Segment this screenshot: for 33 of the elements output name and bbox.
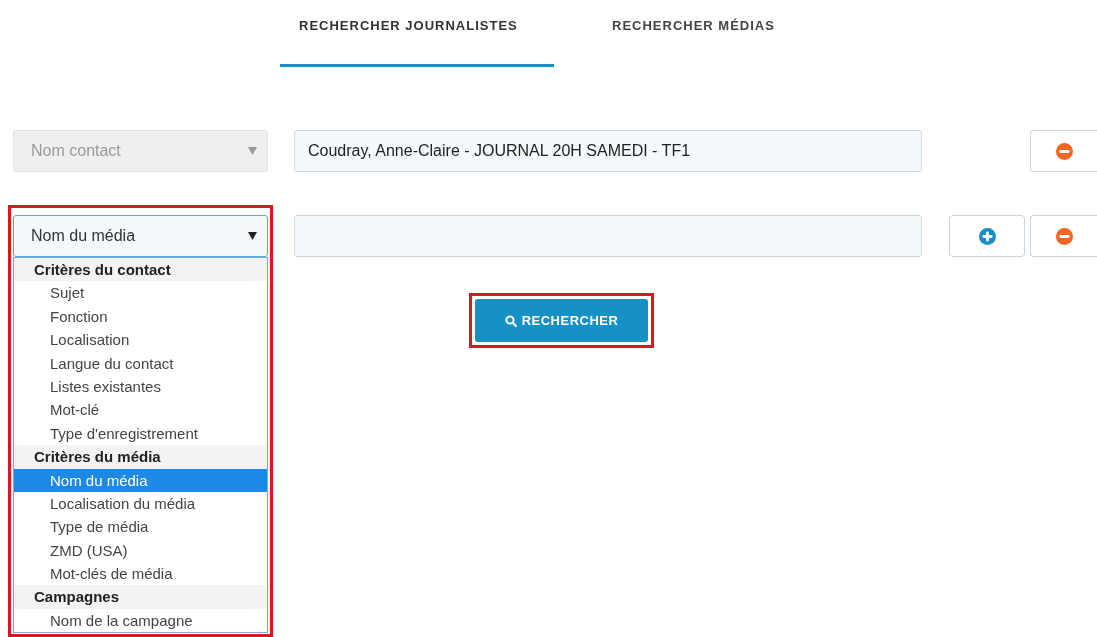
text-field[interactable]: Coudray, Anne-Claire - JOURNAL 20H SAMEDI - TF1 bbox=[294, 130, 922, 172]
remove-button[interactable] bbox=[1030, 215, 1097, 257]
dropdown-option[interactable]: Mot-clé bbox=[14, 398, 267, 422]
select-value: Nom contact bbox=[31, 141, 121, 161]
dropdown-option[interactable]: Fonction bbox=[14, 304, 267, 329]
group-header: Critères du média bbox=[14, 445, 267, 469]
tab[interactable]: RECHERCHER JOURNALISTES bbox=[280, 0, 554, 67]
select-value: Nom du média bbox=[31, 226, 136, 246]
dropdown-option[interactable]: Localisation bbox=[14, 328, 267, 352]
dropdown-option[interactable]: Type de média bbox=[14, 515, 267, 539]
search-button[interactable]: RECHERCHER bbox=[475, 299, 648, 342]
group-header: Critères du contact bbox=[14, 258, 267, 282]
dropdown-option[interactable]: Nom de la campagne bbox=[14, 608, 267, 633]
minus-circle-icon bbox=[1055, 227, 1073, 245]
text-field[interactable] bbox=[294, 215, 922, 257]
dropdown-option[interactable]: Nom du média bbox=[14, 468, 267, 492]
minus-circle-icon bbox=[1055, 142, 1073, 160]
criterion-select[interactable]: Nom du média bbox=[13, 215, 268, 257]
caret-icon bbox=[248, 147, 257, 155]
plus-circle-icon bbox=[978, 227, 996, 245]
remove-button[interactable] bbox=[1030, 130, 1097, 172]
tab[interactable]: RECHERCHER MÉDIAS bbox=[554, 0, 794, 67]
caret-icon bbox=[248, 232, 257, 240]
add-button[interactable] bbox=[949, 215, 1025, 257]
search-icon bbox=[504, 314, 517, 327]
dropdown-option[interactable]: Sujet bbox=[14, 281, 267, 305]
group-header: Campagnes bbox=[14, 585, 267, 609]
dropdown-option[interactable]: Listes existantes bbox=[14, 374, 267, 399]
dropdown-option[interactable]: Type d'enregistrement bbox=[14, 421, 267, 446]
dropdown-option[interactable]: ZMD (USA) bbox=[14, 538, 267, 563]
dropdown-option[interactable]: Localisation du média bbox=[14, 491, 267, 516]
dropdown-option[interactable]: Langue du contact bbox=[14, 351, 267, 375]
dropdown-option[interactable]: Mot-clés de média bbox=[14, 562, 267, 586]
